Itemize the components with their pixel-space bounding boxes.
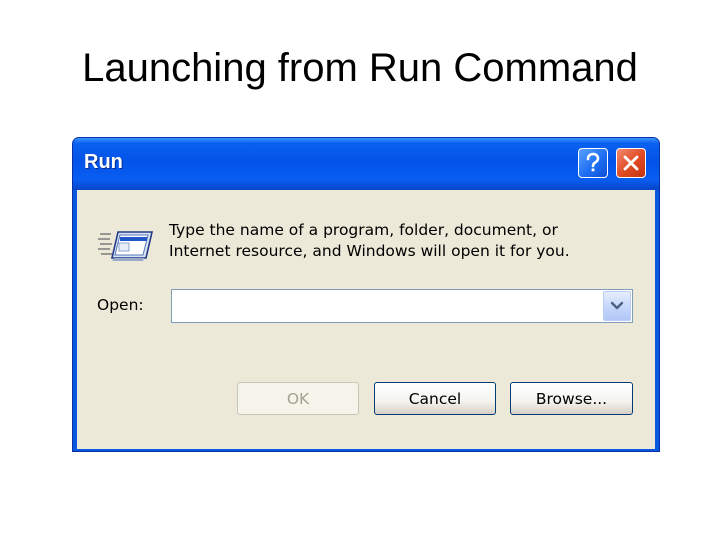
open-input[interactable] (174, 292, 594, 320)
slide: Launching from Run Command Run Type the … (0, 0, 720, 540)
browse-button[interactable]: Browse... (510, 382, 633, 415)
cancel-button[interactable]: Cancel (374, 382, 496, 415)
close-icon (623, 155, 639, 171)
slide-title: Launching from Run Command (82, 46, 638, 90)
question-mark-icon (586, 152, 600, 172)
dialog-titlebar[interactable]: Run (73, 138, 659, 190)
dialog-body: Type the name of a program, folder, docu… (77, 190, 655, 449)
run-dialog: Run Type the name of a program, folder, … (72, 137, 660, 452)
dropdown-button[interactable] (603, 291, 631, 321)
open-label: Open: (97, 296, 144, 314)
ok-button[interactable]: OK (237, 382, 359, 415)
chevron-down-icon (610, 301, 624, 310)
prompt-line-2: Internet resource, and Windows will open… (169, 242, 570, 260)
dialog-prompt: Type the name of a program, folder, docu… (169, 220, 639, 262)
open-combobox[interactable] (171, 289, 633, 323)
run-program-icon (98, 231, 154, 261)
prompt-line-1: Type the name of a program, folder, docu… (169, 221, 558, 239)
close-button[interactable] (616, 148, 646, 178)
dialog-title: Run (84, 151, 123, 173)
help-button[interactable] (578, 148, 608, 178)
